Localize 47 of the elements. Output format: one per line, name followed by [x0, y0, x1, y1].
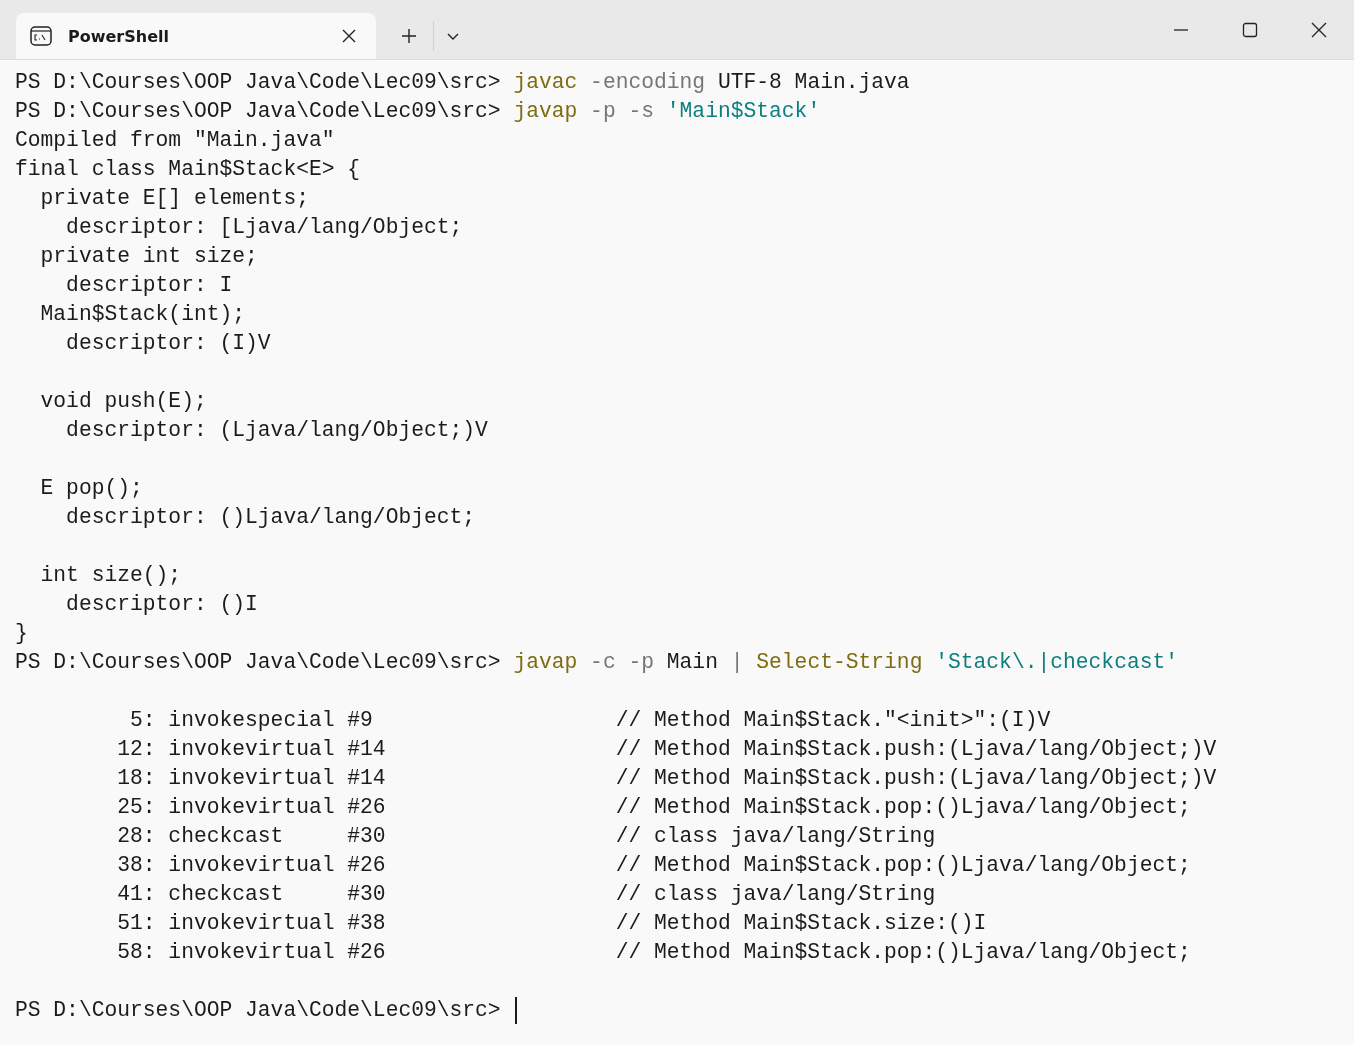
command-text: Select-String	[755, 649, 923, 676]
command-text: javap	[513, 649, 578, 676]
new-tab-icon[interactable]	[401, 28, 417, 44]
pipe-operator: |	[729, 649, 744, 676]
prompt-text: PS D:\Courses\OOP Java\Code\Lec09\src>	[15, 69, 502, 96]
string-text: 'Main$Stack'	[665, 98, 821, 125]
output-text: Main$Stack(int);	[39, 301, 246, 328]
terminal-tab[interactable]: PowerShell	[16, 13, 376, 59]
output-text: 41: checkcast #30 // class java/lang/String	[116, 881, 936, 908]
output-text: 38: invokevirtual #26 // Method Main$Stack.pop:()Ljava/lang/Object;	[116, 852, 1191, 879]
output-text: private int size;	[39, 243, 258, 270]
output-text: E pop();	[39, 475, 143, 502]
output-text: descriptor: (I)V	[65, 330, 271, 357]
output-text: descriptor: ()Ljava/lang/Object;	[65, 504, 476, 531]
parameter-text: -encoding	[589, 69, 706, 96]
output-text: descriptor: (Ljava/lang/Object;)V	[65, 417, 488, 444]
output-text: 28: checkcast #30 // class java/lang/String	[116, 823, 936, 850]
output-text: descriptor: ()I	[65, 591, 258, 618]
close-tab-icon[interactable]	[342, 29, 356, 43]
output-text: int size();	[39, 562, 182, 589]
output-text: private E[] elements;	[39, 185, 309, 212]
parameter-text: -c -p	[589, 649, 655, 676]
output-text: UTF-8 Main.java	[716, 69, 910, 96]
output-text: descriptor: I	[65, 272, 233, 299]
output-text: 18: invokevirtual #14 // Method Main$Stack.push:(Ljava/lang/Object;)V	[116, 765, 1217, 792]
output-text: Main	[665, 649, 718, 676]
output-text: void push(E);	[39, 388, 207, 415]
string-text: 'Stack\.|checkcast'	[934, 649, 1179, 676]
prompt-text: PS D:\Courses\OOP Java\Code\Lec09\src>	[15, 649, 502, 676]
output-text: descriptor: [Ljava/lang/Object;	[65, 214, 463, 241]
output-text: 25: invokevirtual #26 // Method Main$Stack.pop:()Ljava/lang/Object;	[116, 794, 1191, 821]
output-text: final class Main$Stack<E> {	[15, 156, 361, 183]
output-text: 51: invokevirtual #38 // Method Main$Stack.size:()I	[116, 910, 987, 937]
prompt-text: PS D:\Courses\OOP Java\Code\Lec09\src>	[15, 98, 502, 125]
console-icon	[30, 26, 52, 46]
dropdown-chevron-icon[interactable]	[446, 31, 460, 41]
prompt-text: PS D:\Courses\OOP Java\Code\Lec09\src>	[15, 997, 502, 1024]
output-text: 58: invokevirtual #26 // Method Main$Stack.pop:()Ljava/lang/Object;	[116, 939, 1191, 966]
output-text: }	[15, 620, 28, 647]
command-text: javap	[513, 98, 578, 125]
parameter-text: -p -s	[589, 98, 655, 125]
output-text: 5: invokespecial #9 // Method Main$Stack."<init>":(I)V	[129, 707, 1051, 734]
maximize-icon[interactable]	[1242, 22, 1258, 38]
output-text: Compiled from "Main.java"	[15, 127, 335, 154]
command-text: javac	[513, 69, 578, 96]
close-icon[interactable]	[1311, 22, 1327, 38]
output-text: 12: invokevirtual #14 // Method Main$Stack.push:(Ljava/lang/Object;)V	[116, 736, 1217, 763]
